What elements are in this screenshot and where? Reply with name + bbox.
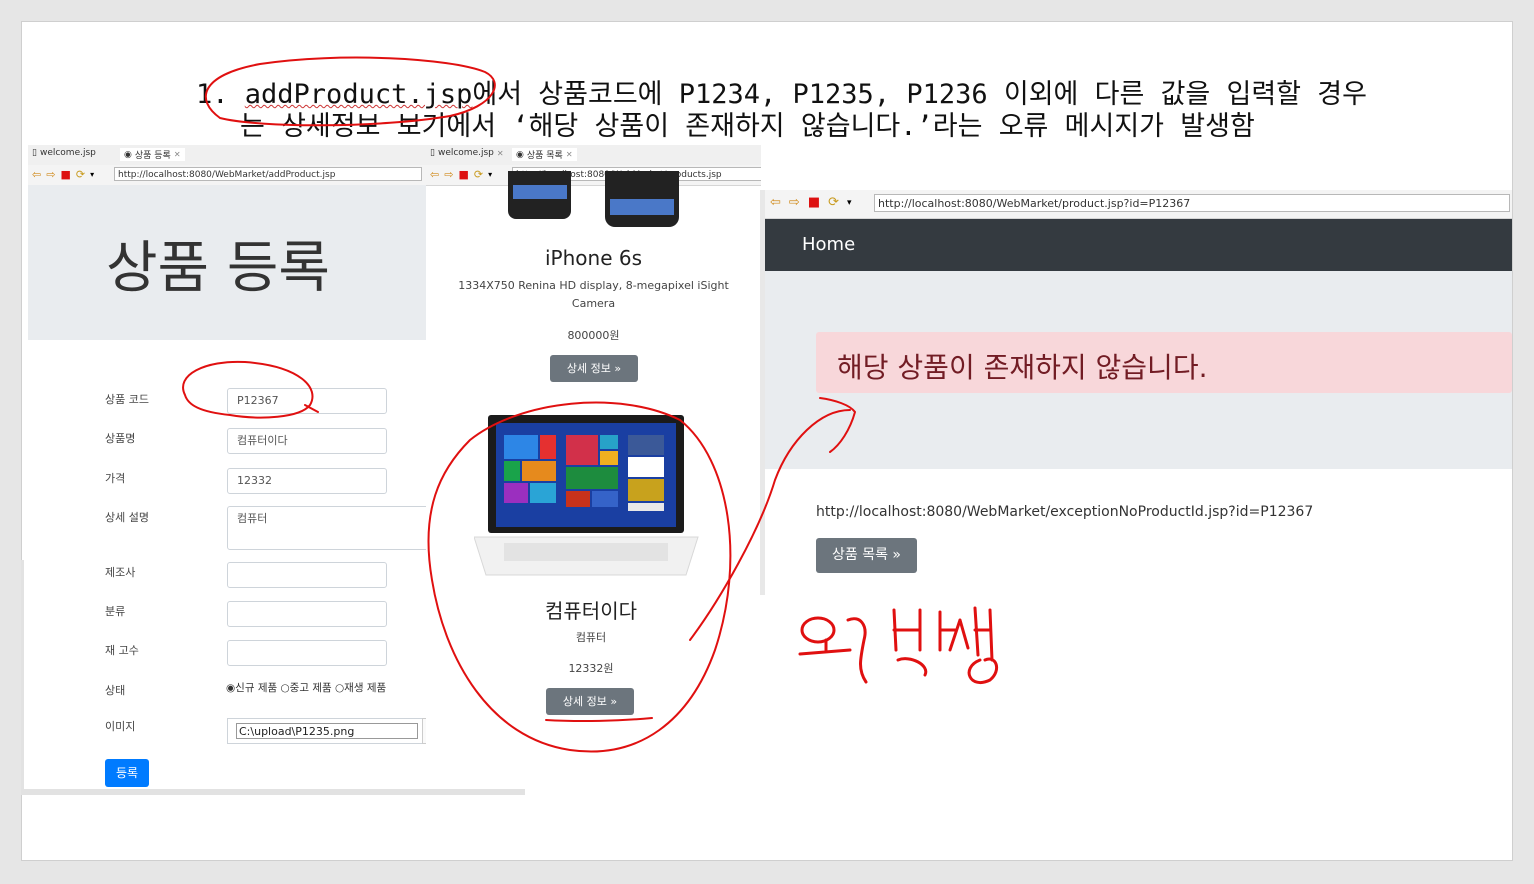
left-browser: ▯ welcome.jsp ◉ 상품 등록 ✕ ⇦ ⇨ ■ ⟳ ▾ http://lo… <box>28 145 426 795</box>
mid-browser: ▯welcome.jsp✕ ◉상품 목록✕ ⇦ ⇨ ■ ⟳ ▾ http://l… <box>426 145 761 750</box>
left-tabbar: ▯ welcome.jsp ◉ 상품 등록 ✕ <box>28 145 426 166</box>
caption-line-2: 는 상세정보 보기에서 ‘해당 상품이 존재하지 않습니다.’라는 오류 메시지… <box>240 111 1255 142</box>
close-icon[interactable]: ✕ <box>174 150 181 159</box>
input-stock[interactable] <box>227 640 387 666</box>
radio-refurb-icon[interactable]: ○ <box>335 682 344 694</box>
product-image-laptop <box>474 415 699 576</box>
input-manufacturer[interactable] <box>227 562 387 588</box>
back-icon[interactable]: ⇦ <box>430 168 439 182</box>
tab-label: welcome.jsp <box>437 148 494 158</box>
phone-screen <box>513 185 567 199</box>
tab-product-list[interactable]: ◉ 상품 목록 ✕ <box>512 148 577 161</box>
file-path: C:\upload\P1235.png <box>236 723 418 739</box>
tab-welcome[interactable]: ▯ welcome.jsp <box>32 148 96 158</box>
mid-tabbar: ▯ welcome.jsp ✕ ◉ 상품 목록 ✕ <box>426 145 761 166</box>
stop-icon[interactable]: ■ <box>808 196 820 210</box>
nav-home-link[interactable]: Home <box>802 234 855 255</box>
file-icon: ▯ <box>430 148 435 158</box>
request-url-text: http://localhost:8080/WebMarket/exceptio… <box>816 504 1314 520</box>
right-navbar: ⇦ ⇨ ■ ⟳ ▾ http://localhost:8080/WebMarke… <box>760 190 1512 219</box>
radio-used-label: 중고 제품 <box>289 682 332 694</box>
phone-screen <box>610 199 674 215</box>
site-navbar: Home <box>765 219 1512 271</box>
product-name: iPhone 6s <box>544 246 642 270</box>
forward-icon[interactable]: ⇨ <box>46 168 55 182</box>
label-stock: 재 고수 <box>105 644 139 657</box>
textarea-description[interactable]: 컴퓨터 <box>227 506 426 550</box>
radio-refurb-label: 재생 제품 <box>344 682 387 694</box>
detail-button[interactable]: 상세 정보 » <box>550 355 638 382</box>
product-price: 12332원 <box>568 662 614 675</box>
left-panel-edge <box>21 560 24 790</box>
product-name: 컴퓨터이다 <box>545 599 637 623</box>
radio-new-label: 신규 제품 <box>235 682 278 694</box>
mid-navbar: ⇦ ⇨ ■ ⟳ ▾ http://localhost:8080/WebMarke… <box>426 165 761 186</box>
radio-used-icon[interactable]: ○ <box>281 682 290 694</box>
product-list-button[interactable]: 상품 목록 » <box>816 538 917 573</box>
tab-label: welcome.jsp <box>39 148 96 158</box>
refresh-icon[interactable]: ⟳ <box>76 168 85 182</box>
input-product-name[interactable]: 컴퓨터이다 <box>227 428 387 454</box>
address-bar[interactable]: http://localhost:8080/WebMarket/product.… <box>874 194 1510 212</box>
file-input[interactable]: C:\upload\P1235.png <box>227 718 426 744</box>
close-icon[interactable]: ✕ <box>566 150 573 159</box>
radio-new-icon[interactable]: ◉ <box>226 682 235 694</box>
left-panel-shadow <box>21 789 525 795</box>
label-category: 분류 <box>105 605 126 618</box>
globe-icon: ◉ <box>516 149 524 160</box>
stop-icon[interactable]: ■ <box>458 168 468 182</box>
label-manufacturer: 제조사 <box>105 566 136 579</box>
label-description: 상세 설명 <box>105 511 149 524</box>
tab-welcome[interactable]: ▯ welcome.jsp ✕ <box>430 148 504 158</box>
label-product-name: 상품명 <box>105 432 136 445</box>
page-title: 상품 등록 <box>106 236 330 301</box>
dropdown-icon[interactable]: ▾ <box>90 168 94 182</box>
input-product-code[interactable]: P12367 <box>227 388 387 414</box>
product-desc: 1334X750 Renina HD display, 8-megapixel … <box>458 279 729 310</box>
input-price[interactable]: 12332 <box>227 468 387 494</box>
globe-icon: ◉ <box>124 149 132 160</box>
label-image: 이미지 <box>105 720 136 733</box>
close-icon[interactable]: ✕ <box>497 149 504 158</box>
right-panel-edge <box>760 190 765 595</box>
submit-button[interactable]: 등록 <box>105 759 149 787</box>
tab-add-product[interactable]: ◉ 상품 등록 ✕ <box>120 148 185 161</box>
label-price: 가격 <box>105 472 126 485</box>
tab-label: 상품 목록 <box>526 151 563 161</box>
product-desc: 컴퓨터 <box>575 631 607 644</box>
dropdown-icon[interactable]: ▾ <box>847 196 852 210</box>
error-message: 해당 상품이 존재하지 않습니다. <box>837 351 1208 384</box>
left-navbar: ⇦ ⇨ ■ ⟳ ▾ http://localhost:8080/WebMarke… <box>28 165 426 186</box>
right-browser: ⇦ ⇨ ■ ⟳ ▾ http://localhost:8080/WebMarke… <box>760 190 1512 595</box>
dropdown-icon[interactable]: ▾ <box>488 168 492 182</box>
condition-radio-group: ◉신규 제품 ○중고 제품 ○재생 제품 <box>226 680 386 695</box>
forward-icon[interactable]: ⇨ <box>444 168 453 182</box>
tab-label: 상품 등록 <box>134 151 171 161</box>
forward-icon[interactable]: ⇨ <box>789 196 800 210</box>
error-alert: 해당 상품이 존재하지 않습니다. <box>816 332 1512 393</box>
file-icon: ▯ <box>32 148 37 158</box>
caption-prefix: 1. <box>196 79 245 110</box>
product-price: 800000원 <box>567 329 620 342</box>
label-condition: 상태 <box>105 684 126 697</box>
stop-icon[interactable]: ■ <box>60 168 70 182</box>
detail-button[interactable]: 상세 정보 » <box>546 688 634 715</box>
refresh-icon[interactable]: ⟳ <box>474 168 483 182</box>
label-product-code: 상품 코드 <box>105 393 149 406</box>
input-category[interactable] <box>227 601 387 627</box>
back-icon[interactable]: ⇦ <box>32 168 41 182</box>
address-bar[interactable]: http://localhost:8080/WebMarket/addProdu… <box>114 167 422 181</box>
back-icon[interactable]: ⇦ <box>770 196 781 210</box>
refresh-icon[interactable]: ⟳ <box>828 196 839 210</box>
